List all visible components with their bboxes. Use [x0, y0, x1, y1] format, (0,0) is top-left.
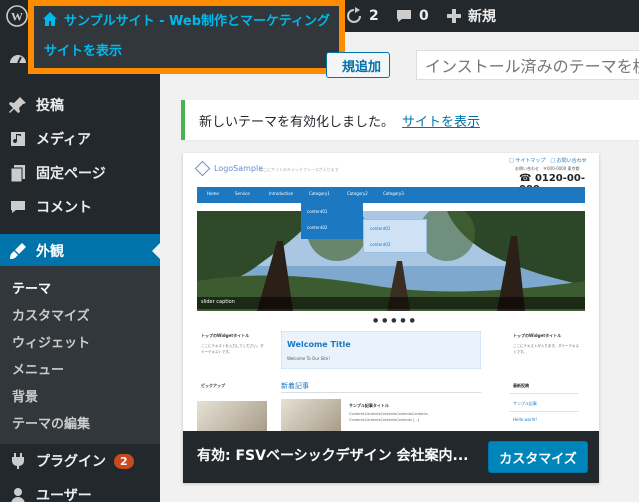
- wordpress-logo-icon[interactable]: W: [6, 5, 28, 27]
- preview-pickup-title: ピックアップ: [201, 383, 225, 388]
- submenu-customize[interactable]: カスタマイズ: [12, 305, 90, 324]
- submenu-menus[interactable]: メニュー: [12, 359, 64, 378]
- theme-screenshot: LogoSample ここにサイトのキャッチフレーズが入ります □ サイトマップ…: [183, 153, 599, 431]
- menu-label: 外観: [36, 244, 64, 260]
- menu-plugins[interactable]: プラグイン 2: [0, 444, 160, 478]
- comments-button[interactable]: 0: [395, 0, 429, 32]
- preview-welcome-subtitle: Welcome To Our Site!: [287, 356, 330, 361]
- submenu-background[interactable]: 背景: [12, 386, 38, 405]
- menu-pages[interactable]: 固定ページ: [0, 156, 160, 190]
- media-icon: [11, 132, 25, 146]
- menu-label: 固定ページ: [36, 166, 106, 182]
- menu-users[interactable]: ユーザー: [0, 478, 160, 502]
- home-icon: [43, 12, 57, 26]
- menu-label: ユーザー: [36, 488, 92, 502]
- site-name-label: サンプルサイト - Web制作とマーケティング: [64, 13, 331, 29]
- activation-notice: 新しいテーマを有効化しました。 サイトを表示: [181, 100, 639, 140]
- comment-icon: [11, 201, 25, 213]
- preview-recent-posts-title: 最新投稿: [513, 383, 529, 388]
- updates-count: 2: [369, 8, 379, 24]
- add-new-theme-button[interactable]: 規追加: [326, 52, 390, 78]
- view-site-link[interactable]: サイトを表示: [44, 40, 122, 59]
- new-content-button[interactable]: 新規: [446, 0, 496, 32]
- preview-news-item-text: ContentsContentsContentsContentsContents…: [349, 412, 428, 422]
- preview-slider-dots: ● ● ● ● ●: [373, 317, 416, 324]
- menu-posts[interactable]: 投稿: [0, 88, 160, 122]
- updates-button[interactable]: 2: [345, 0, 379, 32]
- preview-recent-link: サンプル記事: [513, 401, 537, 406]
- menu-appearance[interactable]: 外観: [0, 234, 160, 268]
- menu-label: プラグイン: [36, 454, 106, 470]
- preview-recent-divider: [509, 411, 579, 412]
- preview-left-widget-text: ここにテキストを入力してください。ダミーテキストです。: [201, 344, 264, 354]
- menu-label: コメント: [36, 200, 92, 216]
- notice-text: 新しいテーマを有効化しました。: [199, 114, 395, 130]
- brush-icon: [10, 243, 26, 259]
- svg-text:W: W: [11, 10, 23, 24]
- notice-view-site-link[interactable]: サイトを表示: [402, 111, 480, 130]
- preview-recent-divider: [509, 393, 579, 394]
- user-icon: [11, 488, 25, 502]
- preview-news-divider: [281, 392, 481, 393]
- menu-label: 投稿: [36, 98, 64, 114]
- new-label: 新規: [468, 9, 496, 25]
- preview-logo: LogoSample: [194, 160, 263, 177]
- preview-news-image: [281, 399, 341, 431]
- plugin-icon: [12, 453, 24, 469]
- active-theme-name: 有効: FSVベーシックデザイン 会社案内...: [197, 448, 469, 464]
- pin-icon: [9, 97, 26, 113]
- comment-icon: [397, 10, 411, 22]
- menu-media[interactable]: メディア: [0, 122, 160, 156]
- preview-right-widget-text: ここにテキストが入ります。ダミーテキストです。: [513, 344, 579, 354]
- theme-search-input[interactable]: インストール済みのテーマを検: [416, 50, 639, 80]
- preview-pickup-image: [197, 401, 267, 431]
- preview-subdropdown: content01 content03: [363, 219, 427, 253]
- preview-welcome-title: Welcome Title: [287, 340, 351, 349]
- preview-news-item-title: サンプル記事タイトル: [349, 403, 389, 408]
- preview-recent-link: Hello world!: [513, 417, 538, 422]
- comments-count: 0: [419, 8, 429, 24]
- theme-active-bar: 有効: FSVベーシックデザイン 会社案内... カスタマイズ: [183, 431, 599, 483]
- customize-button[interactable]: カスタマイズ: [488, 441, 588, 473]
- admin-sidebar: 投稿 メディア 固定ページ コメント 外観 テーマ カスタマイズ ウィジェット …: [0, 32, 160, 502]
- site-name-menu: サンプルサイト - Web制作とマーケティング サイトを表示: [28, 0, 345, 74]
- updates-icon: [347, 7, 361, 23]
- preview-tagline: ここにサイトのキャッチフレーズが入ります: [259, 167, 339, 172]
- preview-nav: Home Service Introduction Category1 Cate…: [197, 187, 585, 203]
- active-theme-card[interactable]: LogoSample ここにサイトのキャッチフレーズが入ります □ サイトマップ…: [183, 153, 599, 483]
- menu-label: メディア: [36, 132, 92, 148]
- site-name-link[interactable]: サンプルサイト - Web制作とマーケティング: [42, 8, 330, 30]
- appearance-submenu: テーマ カスタマイズ ウィジェット メニュー 背景 テーマの編集: [0, 266, 160, 444]
- dashboard-icon: [10, 55, 26, 64]
- submenu-theme-editor[interactable]: テーマの編集: [12, 413, 90, 432]
- preview-welcome-box: [281, 331, 481, 369]
- menu-comments[interactable]: コメント: [0, 190, 160, 224]
- preview-news-title: 新着記事: [281, 382, 309, 390]
- preview-left-widget-title: トップのWidgetタイトル: [201, 333, 250, 338]
- preview-right-widget-title: トップのWidgetタイトル: [513, 333, 562, 338]
- preview-toplinks: □ サイトマップ □ お問い合わせ: [509, 158, 587, 164]
- submenu-themes[interactable]: テーマ: [12, 278, 51, 297]
- plugin-update-badge: 2: [114, 453, 134, 469]
- preview-address: お問い合わせ 〒000-0000 東京都: [515, 166, 580, 171]
- preview-hero-caption: slider caption: [197, 297, 585, 309]
- page-icon: [10, 165, 25, 183]
- plus-icon: [447, 9, 461, 23]
- submenu-widgets[interactable]: ウィジェット: [12, 332, 90, 351]
- preview-dropdown: content01 content02: [301, 203, 363, 239]
